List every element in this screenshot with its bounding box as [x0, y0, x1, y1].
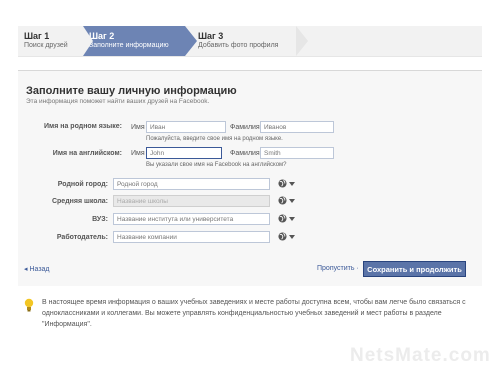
step-notch — [83, 26, 93, 56]
en-last-name-label: Фамилия — [230, 150, 260, 157]
en-last-name-input[interactable]: Smith — [260, 147, 334, 159]
native-name-hint: Пожалуйста, введите свое имя на родном я… — [146, 136, 283, 142]
city-input[interactable]: Родной город — [113, 178, 270, 190]
step-2-arrow — [185, 26, 197, 56]
globe-icon[interactable] — [278, 179, 287, 188]
step-1[interactable]: Шаг 1 Поиск друзей — [18, 26, 83, 56]
step-3-subtitle: Добавить фото профиля — [198, 42, 279, 49]
save-and-continue-button[interactable]: Сохранить и продолжить — [363, 261, 466, 277]
step-1-subtitle: Поиск друзей — [24, 42, 68, 49]
privacy-info-text: В настоящее время информация о ваших уче… — [42, 299, 466, 328]
back-link[interactable]: ◂ Назад — [24, 265, 50, 273]
step-3-title: Шаг 3 — [198, 31, 224, 41]
step-2-subtitle: Заполните информацию — [89, 42, 169, 49]
employer-label: Работодатель: — [56, 234, 108, 241]
native-last-name-input[interactable]: Иванов — [260, 121, 334, 133]
school-input[interactable]: Название школы — [113, 195, 270, 207]
native-first-name-input[interactable]: Иван — [146, 121, 226, 133]
chevron-down-icon[interactable] — [289, 235, 295, 239]
step-2-current: Шаг 2 Заполните информацию — [83, 26, 185, 56]
form-title: Заполните вашу личную информацию — [26, 85, 237, 97]
employer-input[interactable]: Название компании — [113, 231, 270, 243]
globe-icon[interactable] — [278, 214, 287, 223]
english-name-label: Имя на английском: — [52, 150, 122, 157]
form-subtitle: Эта информация поможет найти ваших друзе… — [26, 98, 210, 105]
step-1-title: Шаг 1 — [24, 31, 50, 41]
first-name-label: Имя — [131, 124, 145, 131]
university-label: ВУЗ: — [92, 216, 108, 223]
english-name-hint: Вы указали свое имя на Facebook на англи… — [146, 162, 287, 168]
globe-icon[interactable] — [278, 196, 287, 205]
city-label: Родной город: — [57, 181, 108, 188]
watermark: NetsMate.com — [350, 345, 491, 366]
en-first-name-label: Имя — [131, 150, 145, 157]
last-name-label: Фамилия — [230, 124, 260, 131]
chevron-down-icon[interactable] — [289, 182, 295, 186]
step-3-arrow — [296, 26, 308, 56]
lightbulb-icon — [24, 298, 34, 312]
chevron-down-icon[interactable] — [289, 217, 295, 221]
globe-icon[interactable] — [278, 232, 287, 241]
steps-bar: Шаг 1 Поиск друзей Шаг 2 Заполните инфор… — [18, 26, 482, 57]
university-input[interactable]: Название института или университета — [113, 213, 270, 225]
profile-form-panel: Заполните вашу личную информацию Эта инф… — [18, 70, 482, 286]
native-name-label: Имя на родном языке: — [43, 123, 122, 130]
step-3[interactable]: Шаг 3 Добавить фото профиля — [198, 26, 308, 56]
chevron-down-icon[interactable] — [289, 199, 295, 203]
school-label: Средняя школа: — [51, 198, 108, 205]
skip-link[interactable]: Пропустить · — [317, 265, 359, 272]
en-first-name-input[interactable]: John — [146, 147, 222, 159]
